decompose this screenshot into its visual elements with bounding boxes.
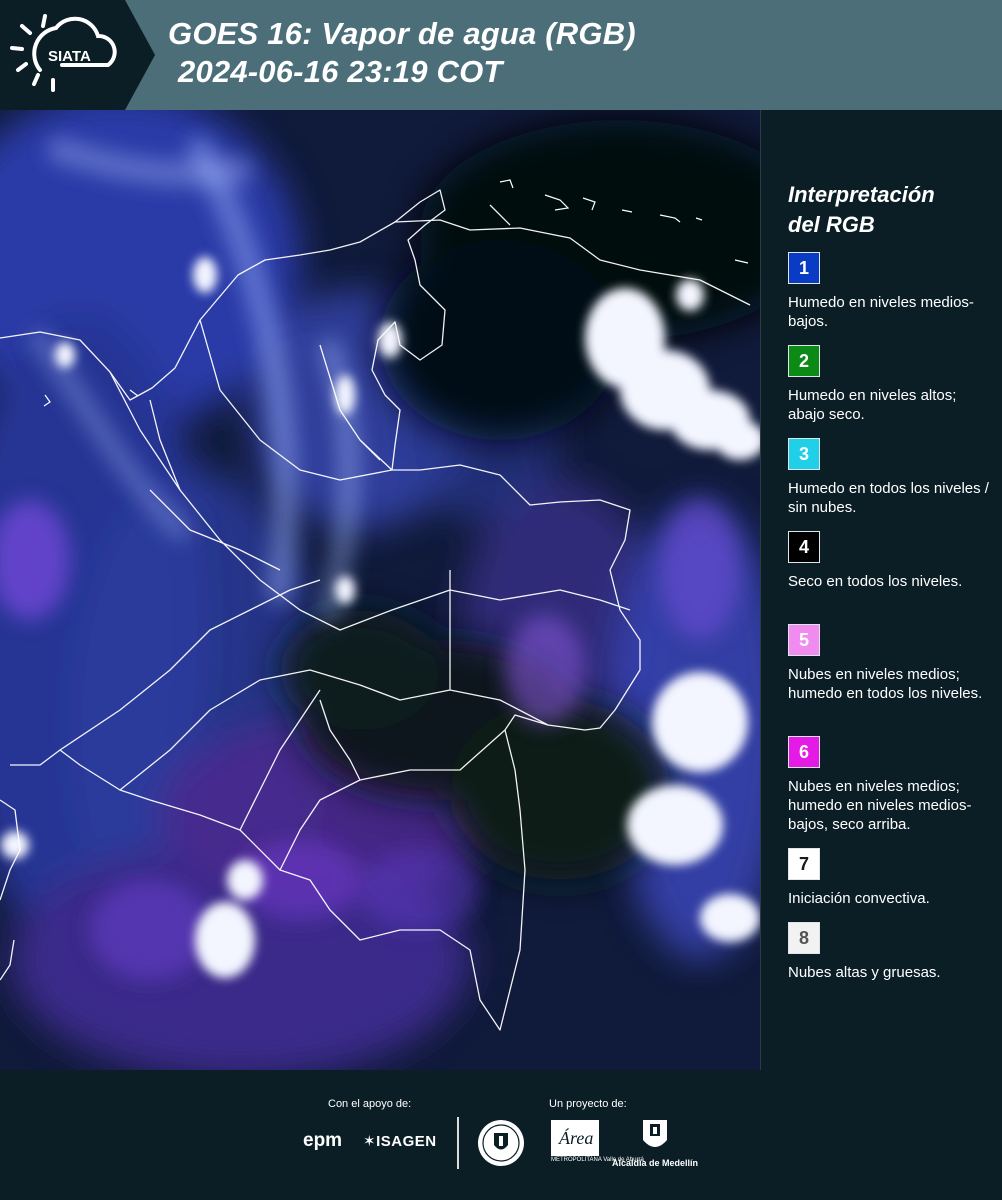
footer-divider [457,1117,459,1169]
legend-item-2: 2 Humedo en niveles altos; abajo seco. [788,345,993,438]
antioquia-seal-icon [478,1120,524,1166]
support-label: Con el apoyo de: [328,1098,412,1110]
area-subtitle: METROPOLITANA Valle de Aburrá [551,1157,644,1163]
footer: Con el apoyo de: Un proyecto de: epm ✶IS… [0,1070,1002,1200]
legend-item-5: 5 Nubes en niveles medios; humedo en tod… [788,624,993,736]
legend-swatch-7: 7 [788,848,820,880]
project-label: Un proyecto de: [549,1098,627,1110]
legend-item-1: 1 Humedo en niveles medios-bajos. [788,252,993,345]
siata-wordmark: SIATA [48,48,91,65]
siata-logo: SIATA [0,0,155,110]
alcaldia-medellin-logo: Alcaldía de Medellín [612,1118,702,1172]
legend-text-7: Iniciación convectiva. [788,890,930,907]
legend-swatch-4: 4 [788,531,820,563]
area-metropolitana-logo: Área METROPOLITANA Valle de Aburrá [551,1120,644,1170]
alcaldia-shield-icon [643,1120,667,1147]
epm-logo: epm [303,1130,343,1151]
page-title: GOES 16: Vapor de agua (RGB) [168,16,636,51]
legend-item-6: 6 Nubes en niveles medios; humedo en niv… [788,736,993,848]
legend-swatch-1: 1 [788,252,820,284]
legend-text-8: Nubes altas y gruesas. [788,964,941,981]
page-timestamp: 2024-06-16 23:19 COT [178,54,503,89]
area-metropolitana-graphic: Área [551,1120,599,1156]
legend-text-6: Nubes en niveles medios; humedo en nivel… [788,778,972,833]
legend-text-4: Seco en todos los niveles. [788,573,963,590]
satellite-map[interactable] [0,110,761,1071]
legend-text-5: Nubes en niveles medios; humedo en todos… [788,666,983,702]
legend-text-1: Humedo en niveles medios-bajos. [788,294,974,330]
legend-item-8: 8 Nubes altas y gruesas. [788,922,993,996]
area-wordmark: Área [558,1127,593,1148]
rgb-legend: Interpretación del RGB 1 Humedo en nivel… [788,180,993,996]
legend-swatch-8: 8 [788,922,820,954]
legend-swatch-3: 3 [788,438,820,470]
legend-item-4: 4 Seco en todos los niveles. [788,531,993,624]
isagen-wordmark: ISAGEN [376,1133,437,1150]
header-bar: SIATA GOES 16: Vapor de agua (RGB) 2024-… [0,0,1002,110]
legend-item-3: 3 Humedo en todos los niveles / sin nube… [788,438,993,531]
legend-title: Interpretación del RGB [788,180,993,240]
satellite-map-image [0,110,760,1070]
legend-swatch-5: 5 [788,624,820,656]
legend-title-line2: del RGB [788,212,875,237]
legend-swatch-2: 2 [788,345,820,377]
isagen-star-icon: ✶ [363,1133,377,1150]
legend-item-7: 7 Iniciación convectiva. [788,848,993,922]
legend-text-2: Humedo en niveles altos; abajo seco. [788,387,957,423]
alcaldia-label: Alcaldía de Medellín [612,1158,699,1168]
legend-title-line1: Interpretación [788,182,935,207]
isagen-logo: ✶ISAGEN [363,1132,437,1150]
legend-text-3: Humedo en todos los niveles / sin nubes. [788,480,989,516]
legend-swatch-6: 6 [788,736,820,768]
siata-logo-graphic: SIATA [0,0,155,110]
